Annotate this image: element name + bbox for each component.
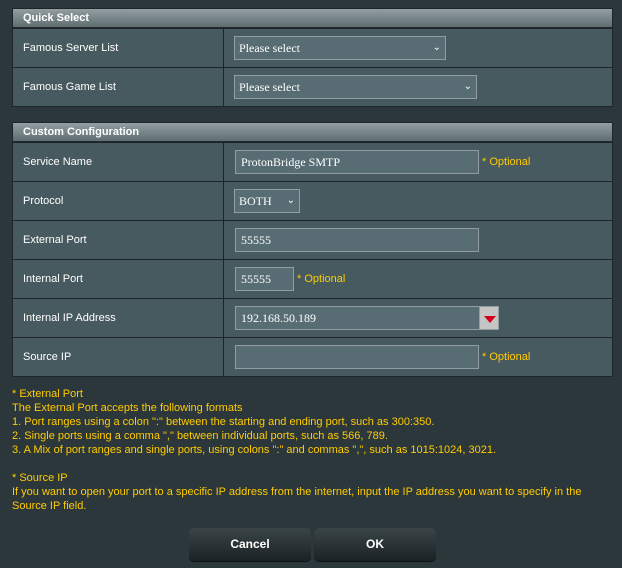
external-port-label: External Port: [13, 221, 224, 259]
external-port-note-3: 3. A Mix of port ranges and single ports…: [12, 444, 497, 456]
chevron-down-icon: ⌄: [432, 42, 441, 53]
external-port-note-2: 2. Single ports using a comma "," betwee…: [12, 430, 388, 442]
chevron-down-icon: ⌄: [463, 81, 472, 92]
famous-game-select[interactable]: Please select ⌄: [234, 75, 477, 99]
internal-port-input[interactable]: 55555: [235, 267, 294, 291]
protocol-label: Protocol: [13, 182, 224, 220]
source-ip-optional: * Optional: [482, 351, 531, 363]
famous-server-select-value: Please select: [239, 41, 300, 55]
chevron-down-icon: ⌄: [286, 195, 295, 206]
service-name-optional: * Optional: [482, 156, 531, 168]
famous-server-select[interactable]: Please select ⌄: [234, 36, 446, 60]
famous-game-label: Famous Game List: [13, 68, 224, 106]
source-ip-note-title: * Source IP: [12, 472, 68, 484]
custom-configuration-section: Custom Configuration Service Name Proton…: [12, 122, 613, 377]
internal-port-label: Internal Port: [13, 260, 224, 298]
external-port-note-intro: The External Port accepts the following …: [12, 402, 243, 414]
service-name-row: Service Name ProtonBridge SMTP * Optiona…: [13, 142, 612, 181]
cancel-button[interactable]: Cancel: [189, 528, 311, 561]
external-port-row: External Port 55555: [13, 220, 612, 259]
famous-server-row: Famous Server List Please select ⌄: [13, 28, 612, 67]
source-ip-input[interactable]: [235, 345, 479, 369]
source-ip-row: Source IP * Optional: [13, 337, 612, 376]
internal-port-row: Internal Port 55555 * Optional: [13, 259, 612, 298]
famous-server-label: Famous Server List: [13, 29, 224, 67]
protocol-select[interactable]: BOTH ⌄: [234, 189, 300, 213]
famous-game-row: Famous Game List Please select ⌄: [13, 67, 612, 106]
quick-select-header: Quick Select: [13, 9, 612, 28]
internal-ip-input[interactable]: 192.168.50.189: [235, 306, 480, 330]
external-port-note-title: * External Port: [12, 388, 83, 400]
ok-button[interactable]: OK: [314, 528, 436, 561]
protocol-row: Protocol BOTH ⌄: [13, 181, 612, 220]
internal-ip-row: Internal IP Address 192.168.50.189: [13, 298, 612, 337]
ip-dropdown-button[interactable]: [479, 306, 499, 330]
internal-port-optional: * Optional: [297, 273, 346, 285]
service-name-label: Service Name: [13, 143, 224, 181]
external-port-note-1: 1. Port ranges using a colon ":" between…: [12, 416, 435, 428]
quick-select-section: Quick Select Famous Server List Please s…: [12, 8, 613, 107]
famous-game-select-value: Please select: [239, 80, 300, 94]
help-notes: * External Port The External Port accept…: [12, 387, 612, 513]
protocol-select-value: BOTH: [239, 194, 272, 208]
source-ip-label: Source IP: [13, 338, 224, 376]
source-ip-note-text: If you want to open your port to a speci…: [12, 486, 582, 512]
service-name-input[interactable]: ProtonBridge SMTP: [235, 150, 479, 174]
external-port-input[interactable]: 55555: [235, 228, 479, 252]
internal-ip-label: Internal IP Address: [13, 299, 224, 337]
custom-configuration-header: Custom Configuration: [13, 123, 612, 142]
